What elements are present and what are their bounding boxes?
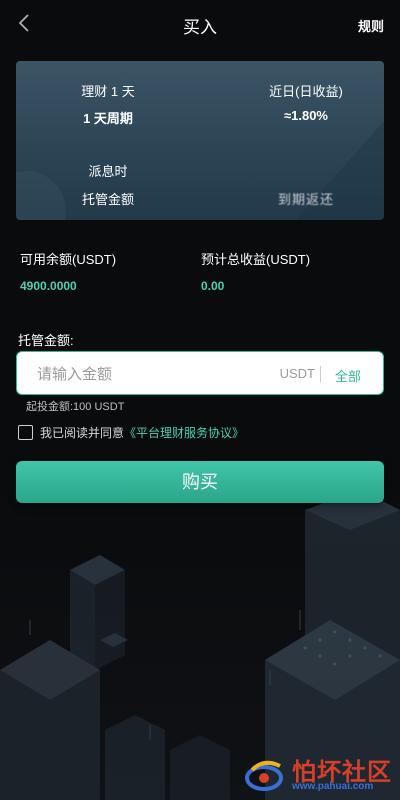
custody-amount-value: 到期返还 bbox=[277, 192, 334, 207]
product-period: 1 天周期 bbox=[83, 111, 133, 126]
input-divider bbox=[320, 366, 321, 382]
daily-rate: ≈1.80% bbox=[284, 108, 328, 123]
buy-button[interactable]: 购买 bbox=[16, 461, 384, 503]
page-title: 买入 bbox=[183, 18, 217, 37]
min-investment-text: 起投金额:100 USDT bbox=[26, 401, 125, 413]
custody-amount-label: 托管金额 bbox=[81, 192, 134, 207]
expected-earnings-label: 预计总收益(USDT) bbox=[201, 252, 311, 267]
amount-input-box: USDT 全部 bbox=[16, 351, 384, 395]
currency-unit: USDT bbox=[279, 366, 315, 381]
top-bar: 买入 规则 bbox=[0, 0, 400, 46]
watermark: 怕坏社区 www.pahuai.com bbox=[242, 752, 392, 796]
agreement-text: 我已阅读并同意 bbox=[40, 425, 125, 440]
custody-amount-input-label: 托管金额: bbox=[18, 333, 74, 348]
available-balance-value: 4900.0000 bbox=[20, 279, 77, 293]
recent-yield-label: 近日(日收益) bbox=[269, 84, 343, 99]
watermark-url: www.pahuai.com bbox=[292, 781, 374, 792]
watermark-logo-icon bbox=[245, 760, 283, 791]
product-name: 理财 1 天 bbox=[81, 84, 135, 99]
agreement-link[interactable]: 《平台理财服务协议》 bbox=[124, 424, 244, 441]
payout-time-label: 派息时 bbox=[88, 164, 128, 179]
all-amount-button[interactable]: 全部 bbox=[335, 366, 361, 385]
available-balance-label: 可用余额(USDT) bbox=[20, 252, 117, 267]
expected-earnings-value: 0.00 bbox=[201, 279, 225, 293]
background-city-illustration bbox=[0, 470, 400, 800]
product-info-card: 理财 1 天 近日(日收益) 1 天周期 ≈1.80% 派息时 托管金额 到期返… bbox=[16, 61, 384, 220]
rules-link[interactable]: 规则 bbox=[358, 16, 384, 35]
agreement-row: 我已阅读并同意 《平台理财服务协议》 bbox=[18, 424, 244, 440]
agreement-checkbox[interactable] bbox=[18, 424, 33, 440]
amount-input[interactable] bbox=[37, 362, 267, 386]
